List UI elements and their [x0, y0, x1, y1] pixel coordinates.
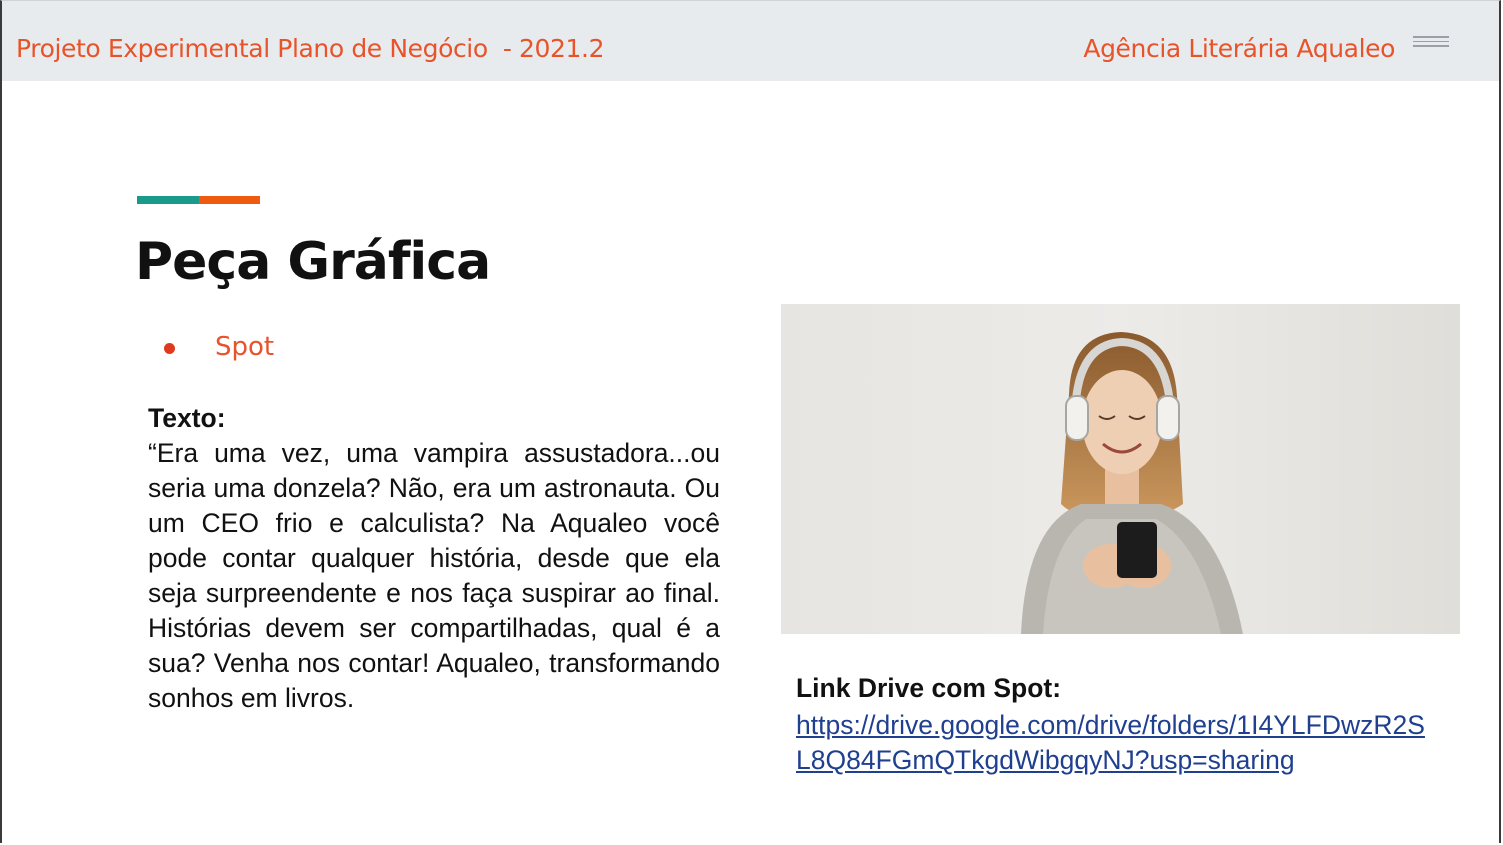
top-bar: Projeto Experimental Plano de Negócio - … [2, 1, 1499, 81]
brand-name: Agência Literária Aqualeo [1083, 34, 1395, 63]
accent-bar-orange [199, 196, 260, 204]
presentation-title: Projeto Experimental Plano de Negócio - … [16, 34, 605, 63]
text-label: Texto: [148, 403, 226, 433]
link-label: Link Drive com Spot: [796, 673, 1062, 703]
hamburger-menu-icon[interactable] [1413, 36, 1449, 50]
woman-headphones-photo [781, 304, 1460, 634]
bullet-item-spot: Spot [215, 332, 275, 362]
spot-text-block: Texto: “Era uma vez, uma vampira assusta… [148, 401, 720, 716]
drive-link[interactable]: https://drive.google.com/drive/folders/1… [796, 708, 1436, 778]
slide-heading: Peça Gráfica [135, 232, 491, 292]
bullet-dot-icon [164, 343, 175, 354]
accent-bar-teal [137, 196, 199, 204]
spot-script-text: “Era uma vez, uma vampira assustadora...… [148, 438, 720, 713]
